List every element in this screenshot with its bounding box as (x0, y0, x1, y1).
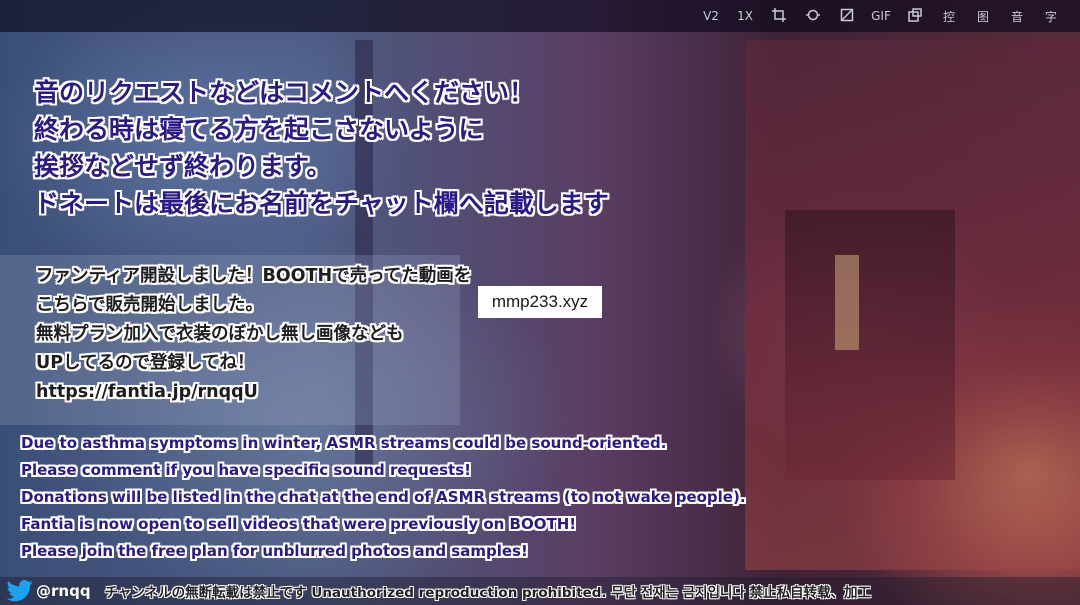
jp-request-notice: 音のリクエストなどはコメントへください！ 終わる時は寝てる方を起こさないように 挨拶… (34, 74, 609, 222)
gif-button[interactable]: GIF (864, 0, 898, 32)
video-frame[interactable]: V2 1X GIF 控 图 音 字 音のリクエストなどはコメントへください！ 終わる時は寝てる… (0, 0, 1080, 605)
version-button[interactable]: V2 (694, 0, 728, 32)
subtitle-icon: 字 (1044, 9, 1057, 24)
image-button[interactable]: 图 (966, 0, 1000, 32)
jp-fantia-notice: ファンティア開設しました！BOOTHで売ってた動画を こちらで販売開始しました。無… (36, 262, 471, 407)
en-notice-line: Please comment if you have specific soun… (21, 461, 471, 479)
jp-request-line: 音のリクエストなどはコメントへください！ (34, 78, 535, 107)
subtitle-button[interactable]: 字 (1034, 0, 1068, 32)
speed-icon: 1X (737, 9, 753, 23)
twitter-handle: @rnqq (36, 582, 91, 600)
loop-button[interactable] (796, 0, 830, 32)
jp-fantia-line: 無料プラン加入で衣装のぼかし無し画像なども (36, 324, 404, 344)
jp-fantia-line: こちらで販売開始しました。 (36, 295, 263, 315)
control-button[interactable]: 控 (932, 0, 966, 32)
en-notice-line: Fantia is now open to sell videos that w… (21, 515, 577, 533)
twitter-icon (6, 580, 33, 602)
player-top-bar: V2 1X GIF 控 图 音 字 (0, 0, 1080, 32)
gif-icon: GIF (871, 9, 891, 23)
image-icon: 图 (976, 9, 989, 24)
audio-button[interactable]: 音 (1000, 0, 1034, 32)
jp-request-line: ドネートは最後にお名前をチャット欄へ記載します (34, 189, 609, 218)
scene-door-post (835, 255, 859, 350)
jp-fantia-line: ファンティア開設しました！BOOTHで売ってた動画を (36, 266, 472, 286)
screenshot-icon (840, 8, 854, 25)
jp-request-line: 挨拶などせず終わります。 (34, 152, 332, 181)
picture-in-picture-button[interactable] (898, 0, 932, 32)
en-notice-line: Donations will be listed in the chat at … (21, 488, 746, 506)
speed-button[interactable]: 1X (728, 0, 762, 32)
crop-icon (772, 7, 786, 25)
scene-door-inner (785, 210, 955, 480)
jp-fantia-line: UPしてるので登録してね！ (36, 353, 255, 373)
version-icon: V2 (703, 9, 719, 23)
crop-button[interactable] (762, 0, 796, 32)
jp-request-line: 終わる時は寝てる方を起こさないように (34, 115, 484, 144)
control-icon: 控 (942, 9, 955, 24)
picture-in-picture-icon (908, 7, 922, 25)
bottom-ticker-bar: @rnqq チャンネルの無断転載は禁止です Unauthorized repro… (0, 577, 1080, 605)
en-notice-line: Please join the free plan for unblurred … (21, 542, 528, 560)
jp-fantia-line: https://fantia.jp/rnqqU (36, 382, 258, 402)
screenshot-button[interactable] (830, 0, 864, 32)
en-notice: Due to asthma symptoms in winter, ASMR s… (21, 430, 746, 565)
ticker-text: チャンネルの無断転載は禁止です Unauthorized reproductio… (104, 585, 872, 601)
site-watermark: mmp233.xyz (478, 286, 602, 318)
en-notice-line: Due to asthma symptoms in winter, ASMR s… (21, 434, 667, 452)
player-toolbar: V2 1X GIF 控 图 音 字 (694, 0, 1068, 32)
loop-icon (806, 8, 820, 25)
audio-icon: 音 (1010, 9, 1023, 24)
